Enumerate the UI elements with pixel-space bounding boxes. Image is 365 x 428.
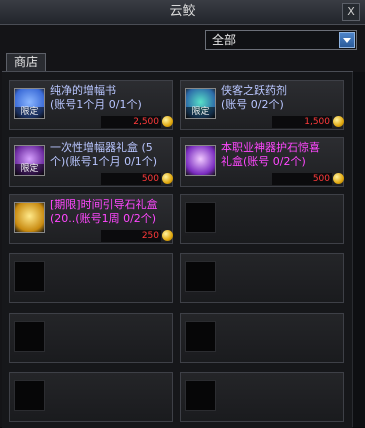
tab-shop[interactable]: 商店 [6,53,46,71]
item-price: 250 [101,230,161,242]
item-price: 500 [272,173,332,185]
empty-slot-icon [185,261,216,292]
item-icon [185,145,216,176]
shop-item[interactable]: 本职业神器护石惊喜 礼盒(账号 0/2个) 500 [180,137,344,187]
coin-icon [162,173,173,184]
scrollbar[interactable] [352,72,365,427]
close-icon[interactable]: X [342,3,360,21]
empty-item-slot [180,194,344,244]
empty-item-slot [9,253,173,303]
chevron-down-icon[interactable] [339,32,355,48]
empty-item-slot [180,372,344,422]
window-title: 云鲛 [0,0,365,25]
item-name: 一次性增幅器礼盒 (5 个)(账号1个月 0/1个) [50,141,158,168]
limited-badge: 限定 [15,107,44,118]
coin-icon [333,116,344,127]
coin-icon [162,116,173,127]
empty-slot-icon [185,202,216,233]
empty-slot-icon [14,261,45,292]
coin-icon [333,173,344,184]
shop-window: 云鲛 X 全部 商店 限定 纯净的增幅书 (账号1个月 0/1个) 2,500 … [0,0,365,428]
item-icon: 限定 [14,88,45,119]
item-name: 纯净的增幅书 (账号1个月 0/1个) [50,84,142,111]
limited-badge: 限定 [15,164,44,175]
empty-slot-icon [14,321,45,352]
shop-item[interactable]: [期限]时间引导石礼盒 (20..(账号1周 0/2个) 250 [9,194,173,244]
shop-item[interactable]: 限定 纯净的增幅书 (账号1个月 0/1个) 2,500 [9,80,173,130]
item-icon: 限定 [14,145,45,176]
empty-slot-icon [185,380,216,411]
category-filter-value: 全部 [212,33,237,47]
item-icon: 限定 [185,88,216,119]
empty-item-slot [9,372,173,422]
item-price: 2,500 [101,116,161,128]
item-name: 本职业神器护石惊喜 礼盒(账号 0/2个) [221,141,320,168]
item-icon [14,202,45,233]
limited-badge: 限定 [186,107,215,118]
empty-item-slot [9,313,173,363]
coin-icon [162,230,173,241]
empty-slot-icon [185,321,216,352]
shop-item[interactable]: 限定 侠客之跃药剂 (账号 0/2个) 1,500 [180,80,344,130]
item-price: 1,500 [272,116,332,128]
shop-item[interactable]: 限定 一次性增幅器礼盒 (5 个)(账号1个月 0/1个) 500 [9,137,173,187]
item-name: 侠客之跃药剂 (账号 0/2个) [221,84,287,111]
category-filter-select[interactable]: 全部 [205,30,357,50]
empty-item-slot [180,253,344,303]
item-name: [期限]时间引导石礼盒 (20..(账号1周 0/2个) [50,198,158,225]
item-price: 500 [101,173,161,185]
empty-item-slot [180,313,344,363]
empty-slot-icon [14,380,45,411]
